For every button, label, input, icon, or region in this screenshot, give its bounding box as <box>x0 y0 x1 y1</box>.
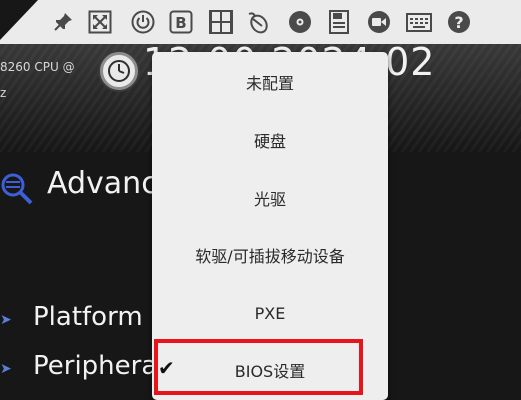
boot-device-menu: 未配置 硬盘 光驱 软驱/可插拔移动设备 PXE ✔ BIOS设置 <box>152 52 388 400</box>
video-camera-icon <box>368 11 390 33</box>
pin-icon <box>54 13 72 31</box>
bios-menu-item-platform[interactable]: Platform <box>33 302 143 332</box>
submenu-arrow-icon: ➤ <box>0 312 12 328</box>
boot-option-unconfigured[interactable]: 未配置 <box>152 62 388 102</box>
help-label: ? <box>454 13 463 32</box>
fullscreen-icon <box>88 10 112 34</box>
virtual-media-button[interactable] <box>287 9 313 35</box>
checkmark-icon: ✔ <box>158 356 175 380</box>
remote-console-toolbar: B ? <box>0 0 521 44</box>
help-icon: ? <box>448 11 470 33</box>
key-combo-button[interactable] <box>208 9 234 35</box>
bold-b-label: B <box>175 14 186 32</box>
record-video-button[interactable] <box>366 9 392 35</box>
bold-b-button[interactable]: B <box>168 9 194 35</box>
boot-option-bios-setup-label: BIOS设置 <box>234 362 306 381</box>
mouse-button[interactable] <box>246 9 272 35</box>
pin-button[interactable] <box>50 9 76 35</box>
boot-option-bios-setup[interactable]: ✔ BIOS设置 <box>152 350 388 390</box>
floppy-button[interactable] <box>326 9 352 35</box>
keyboard-shortcut-icon <box>209 10 233 34</box>
disc-icon <box>289 11 311 33</box>
keyboard-button[interactable] <box>406 9 432 35</box>
bios-menu-item-peripheral[interactable]: Peripheral <box>33 351 165 381</box>
clock-icon <box>100 52 138 90</box>
boot-option-floppy-removable[interactable]: 软驱/可插拔移动设备 <box>152 235 388 275</box>
help-button[interactable]: ? <box>446 9 472 35</box>
fullscreen-button[interactable] <box>87 9 113 35</box>
keyboard-icon <box>406 13 432 32</box>
power-icon <box>131 10 155 34</box>
bold-b-icon: B <box>169 10 193 34</box>
floppy-icon <box>329 10 349 34</box>
cpu-info-line-2: z <box>0 86 7 100</box>
boot-option-optical-drive[interactable]: 光驱 <box>152 178 388 218</box>
magnifier-icon <box>1 173 33 205</box>
submenu-arrow-icon: ➤ <box>0 361 12 377</box>
boot-option-hard-disk[interactable]: 硬盘 <box>152 120 388 160</box>
power-button[interactable] <box>130 9 156 35</box>
mouse-icon <box>248 12 268 34</box>
boot-option-pxe[interactable]: PXE <box>152 293 388 333</box>
cpu-info-line-1: 8260 CPU @ <box>0 60 75 74</box>
